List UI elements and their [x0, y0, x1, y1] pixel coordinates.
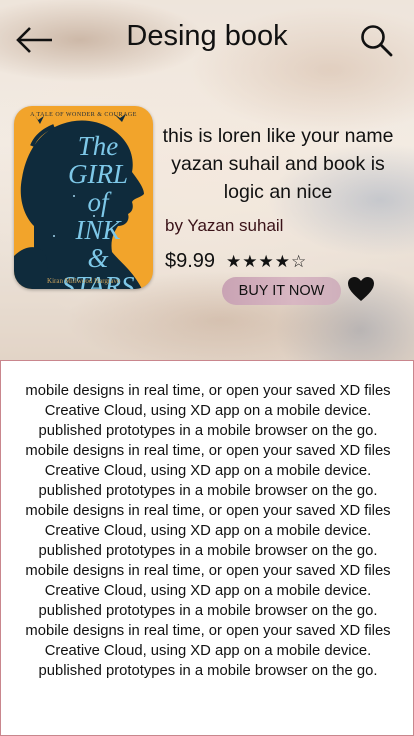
rating-stars: ★ ★ ★ ★ ☆ [226, 252, 306, 272]
star-filled-icon: ★ [258, 252, 274, 272]
details-line: published prototypes in a mobile browser… [38, 483, 378, 499]
details-line: mobile designs in real time, or open you… [25, 623, 391, 639]
details-line: published prototypes in a mobile browser… [38, 663, 378, 679]
star-filled-icon: ★ [274, 252, 290, 272]
details-line: published prototypes in a mobile browser… [38, 603, 378, 619]
star-outline-icon: ☆ [291, 252, 307, 272]
star-filled-icon: ★ [226, 252, 242, 272]
cover-title: The GIRL of INK & STARS [61, 131, 135, 289]
arrow-left-icon [16, 27, 52, 53]
heart-icon [348, 277, 374, 301]
book-author: by Yazan suhail [165, 216, 284, 235]
book-description: this is loren like your name yazan suhai… [162, 125, 394, 203]
search-icon [361, 25, 393, 57]
details-line: Creative Cloud, using XD app on a mobile… [44, 583, 372, 599]
details-line: published prototypes in a mobile browser… [38, 423, 378, 439]
search-button[interactable] [358, 22, 394, 58]
details-line: mobile designs in real time, or open you… [25, 563, 391, 579]
details-line: mobile designs in real time, or open you… [25, 383, 391, 399]
details-text: mobile designs in real time, or open you… [1, 381, 414, 681]
page-title: Desing book [126, 20, 288, 52]
back-button[interactable] [16, 24, 54, 56]
details-line: mobile designs in real time, or open you… [25, 503, 391, 519]
book-price: $9.99 [165, 250, 216, 272]
details-line: Creative Cloud, using XD app on a mobile… [44, 463, 372, 479]
details-line: Creative Cloud, using XD app on a mobile… [44, 523, 372, 539]
details-line: mobile designs in real time, or open you… [25, 443, 391, 459]
cover-tagline: A TALE OF WONDER & COURAGE [30, 112, 137, 118]
details-line: Creative Cloud, using XD app on a mobile… [44, 403, 372, 419]
buy-now-button[interactable]: BUY IT NOW [222, 277, 341, 305]
book-hero: Desing book A TALE OF WONDER & COURAGE T… [0, 0, 414, 360]
details-line: published prototypes in a mobile browser… [38, 543, 378, 559]
details-section: mobile designs in real time, or open you… [0, 360, 414, 736]
book-cover[interactable]: A TALE OF WONDER & COURAGE The GIRL of I… [14, 106, 153, 289]
star-filled-icon: ★ [242, 252, 258, 272]
cover-author: Kiran Millwood Hargrave [47, 277, 120, 285]
favorite-button[interactable] [347, 276, 375, 302]
details-line: Creative Cloud, using XD app on a mobile… [44, 643, 372, 659]
